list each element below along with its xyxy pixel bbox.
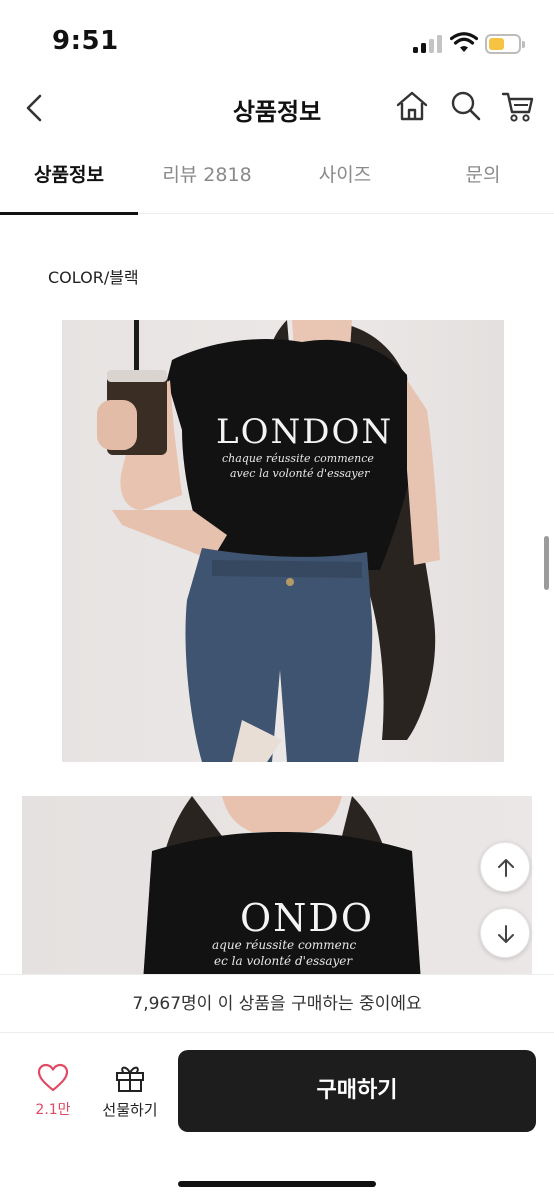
product-photo: LONDON chaque réussite commence avec la … bbox=[62, 320, 504, 762]
shirt-print-title: LONDON bbox=[216, 412, 394, 452]
gift-button[interactable]: 선물하기 bbox=[96, 1063, 164, 1123]
product-photo-2: ONDO aque réussite commenc ec la volonté… bbox=[22, 796, 532, 974]
tab-product-info[interactable]: 상품정보 bbox=[0, 148, 138, 215]
tab-inquiry[interactable]: 문의 bbox=[414, 148, 552, 214]
buy-button[interactable]: 구매하기 bbox=[178, 1050, 536, 1132]
scroll-to-top-button[interactable] bbox=[480, 842, 530, 892]
product-detail-content: COLOR/블랙 LONDON chaque réussite commence… bbox=[0, 214, 554, 974]
gift-label: 선물하기 bbox=[102, 1101, 158, 1119]
home-icon[interactable] bbox=[394, 88, 430, 124]
gift-icon bbox=[116, 1066, 144, 1092]
heart-icon bbox=[37, 1063, 69, 1092]
shirt-print-line2-2: ec la volonté d'essayer bbox=[214, 954, 353, 968]
scroll-to-bottom-button[interactable] bbox=[480, 908, 530, 958]
scrollbar-thumb[interactable] bbox=[544, 536, 549, 590]
battery-icon bbox=[485, 34, 525, 54]
like-button[interactable]: 2.1만 bbox=[26, 1063, 80, 1123]
shirt-print-line2: avec la volonté d'essayer bbox=[230, 467, 370, 480]
status-bar: 9:51 bbox=[0, 0, 554, 80]
like-count: 2.1만 bbox=[35, 1102, 71, 1118]
color-label: COLOR/블랙 bbox=[48, 268, 139, 287]
wifi-icon bbox=[450, 32, 478, 52]
product-tabs: 상품정보 리뷰 2818 사이즈 문의 bbox=[0, 148, 554, 215]
search-icon[interactable] bbox=[448, 88, 484, 124]
purchase-notice: 7,967명이 이 상품을 구매하는 중이에요 bbox=[0, 974, 554, 1032]
bottom-action-bar: 2.1만 선물하기 구매하기 bbox=[0, 1032, 554, 1200]
home-indicator bbox=[178, 1181, 376, 1187]
arrow-up-icon bbox=[498, 859, 514, 877]
shirt-print-line1: chaque réussite commence bbox=[222, 452, 374, 465]
status-time: 9:51 bbox=[52, 26, 119, 56]
cart-icon[interactable] bbox=[500, 88, 536, 124]
shirt-print-title-2: ONDO bbox=[240, 896, 375, 940]
tab-reviews[interactable]: 리뷰 2818 bbox=[138, 148, 276, 214]
arrow-down-icon bbox=[498, 925, 514, 943]
cellular-signal-icon bbox=[413, 35, 443, 53]
app-header: 상품정보 bbox=[0, 80, 554, 136]
tab-size[interactable]: 사이즈 bbox=[276, 148, 414, 214]
shirt-print-line1-2: aque réussite commenc bbox=[212, 938, 357, 952]
